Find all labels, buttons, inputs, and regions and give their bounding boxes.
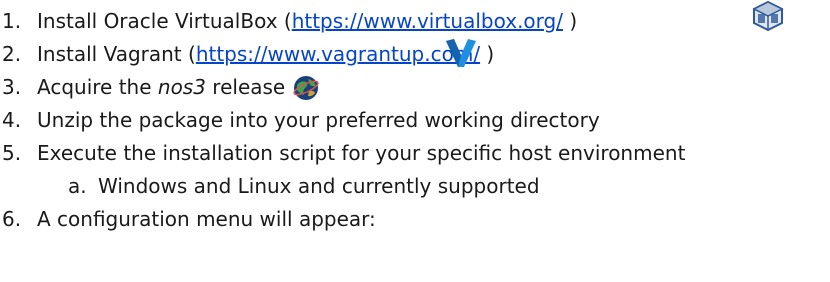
vagrant-icon — [446, 39, 476, 67]
step-text: A configuration menu will appear: — [37, 207, 376, 231]
virtualbox-icon — [752, 0, 784, 32]
step-text: Acquire the nos3 release — [37, 72, 285, 102]
step-number: 4. — [2, 108, 22, 132]
virtualbox-link[interactable]: https://www.virtualbox.org/ — [292, 9, 563, 33]
substep-letter: a. — [68, 174, 87, 198]
substep-text: Windows and Linux and currently supporte… — [98, 174, 540, 198]
step-3-text-after: release — [205, 75, 286, 99]
step-1-text-before: Install Oracle VirtualBox ( — [37, 9, 292, 33]
step-text: Unzip the package into your preferred wo… — [37, 108, 600, 132]
step-number: 5. — [2, 141, 22, 165]
step-2-text-before: Install Vagrant ( — [37, 42, 196, 66]
step-1-text-after: ) — [562, 9, 578, 33]
step-number: 2. — [2, 42, 22, 66]
nos3-emphasis: nos3 — [157, 75, 206, 99]
nos3-globe-icon — [293, 76, 319, 100]
step-text: Execute the installation script for your… — [37, 141, 686, 165]
step-3-text-before: Acquire the — [37, 75, 158, 99]
step-number: 3. — [2, 75, 22, 99]
step-2-text-after: ) — [480, 42, 495, 66]
step-number: 1. — [2, 9, 22, 33]
vagrant-link[interactable]: https://www.vagrantup.com/ — [196, 42, 480, 66]
step-text: Install Vagrant (https://www.vagrantup.c… — [37, 39, 494, 69]
step-number: 6. — [2, 207, 22, 231]
step-text: Install Oracle VirtualBox (https://www.v… — [37, 6, 577, 36]
